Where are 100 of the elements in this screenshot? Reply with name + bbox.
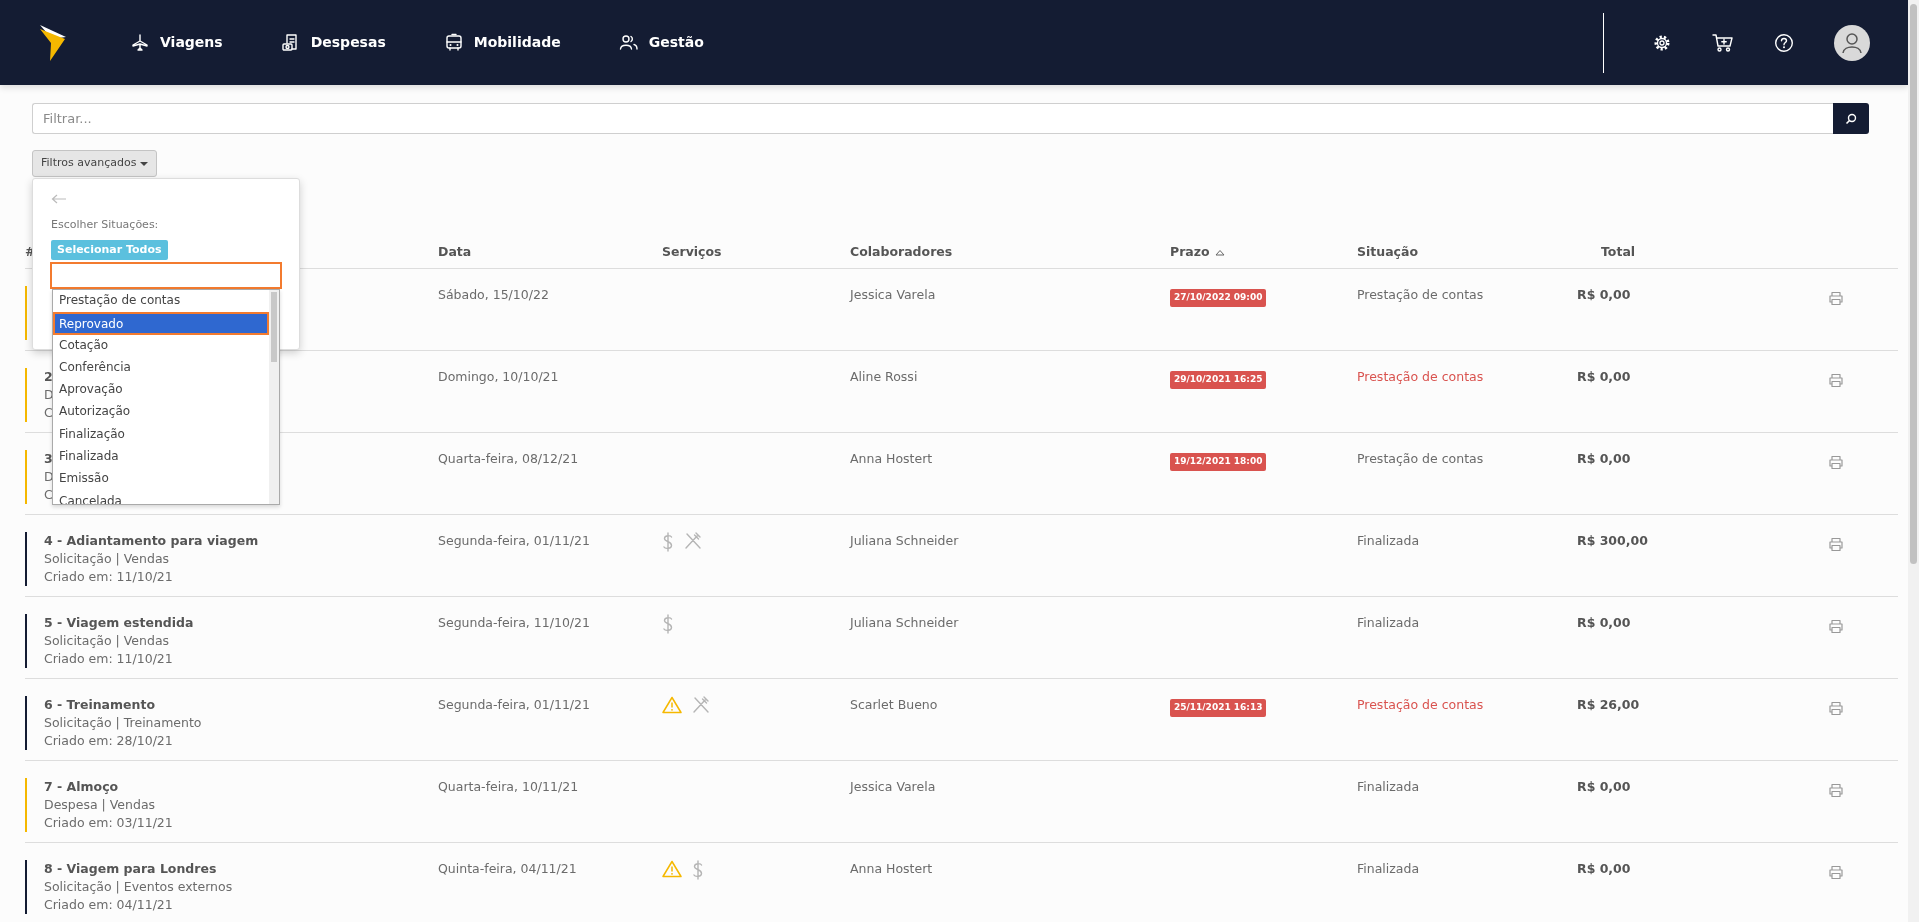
status-text: Prestação de contas	[1357, 287, 1484, 302]
row-subtitle: Solicitação | Eventos externos	[44, 878, 233, 896]
bus-icon	[443, 33, 464, 52]
created-date: C	[44, 404, 54, 422]
total-amount: R$ 0,00	[1577, 369, 1631, 384]
plane-icon	[130, 33, 150, 52]
column-header[interactable]: Data	[438, 244, 472, 259]
created-date: Criado em: 28/10/21	[44, 732, 174, 750]
printer-icon[interactable]	[1828, 291, 1844, 306]
status-option[interactable]: Cancelada	[53, 490, 269, 504]
printer-icon[interactable]	[1828, 455, 1844, 470]
person-icon	[1840, 30, 1864, 55]
logo-icon	[38, 22, 68, 63]
deadline-badge: 25/11/2021 16:13	[1170, 699, 1267, 717]
row-subtitle: Solicitação | Vendas	[44, 550, 171, 568]
created-date: Criado em: 11/10/21	[44, 650, 174, 668]
total-amount: R$ 300,00	[1577, 533, 1648, 548]
row-title[interactable]: 6 - Treinamento	[44, 696, 202, 714]
date-text: Quinta-feira, 04/11/21	[438, 861, 577, 876]
status-option[interactable]: Finalizada	[53, 446, 269, 469]
date-text: Domingo, 10/10/21	[438, 369, 559, 384]
printer-icon[interactable]	[1828, 373, 1844, 388]
collaborator-name: Juliana Schneider	[850, 533, 959, 548]
dollar-icon	[662, 532, 674, 552]
column-header[interactable]: Serviços	[662, 244, 722, 259]
status-option[interactable]: Conferência	[53, 356, 269, 380]
status-text: Prestação de contas	[1357, 369, 1484, 384]
list-scrollbar[interactable]	[269, 290, 279, 504]
created-date: Criado em: 03/11/21	[44, 814, 173, 832]
collaborator-name: Jessica Varela	[850, 779, 936, 794]
people-icon	[618, 33, 639, 52]
collaborator-name: Scarlet Bueno	[850, 697, 938, 712]
collaborator-name: Jessica Varela	[850, 287, 936, 302]
dollar-icon	[692, 860, 704, 880]
collaborator-name: Juliana Schneider	[850, 615, 959, 630]
user-avatar[interactable]	[1834, 24, 1870, 61]
total-amount: R$ 0,00	[1577, 451, 1631, 466]
row-title[interactable]: 8 - Viagem para Londres	[44, 860, 233, 878]
printer-icon[interactable]	[1828, 783, 1844, 798]
column-header[interactable]: Prazo	[1170, 243, 1210, 262]
help-icon[interactable]	[1774, 32, 1794, 53]
row-title[interactable]: 5 - Viagem estendida	[44, 614, 194, 632]
advanced-filters-button[interactable]: Filtros avançados	[32, 150, 158, 177]
row-subtitle: Despesa | Vendas	[44, 796, 157, 814]
printer-icon[interactable]	[1828, 619, 1844, 634]
sort-icon[interactable]	[1214, 248, 1225, 256]
status-text: Prestação de contas	[1357, 697, 1484, 712]
date-text: Quarta-feira, 08/12/21	[438, 451, 579, 466]
status-text: Finalizada	[1357, 533, 1420, 548]
row-title[interactable]: 2	[44, 368, 54, 386]
status-text: Prestação de contas	[1357, 451, 1484, 466]
nav-link[interactable]: Mobilidade	[443, 32, 561, 53]
nav-link[interactable]: Gestão	[618, 32, 704, 53]
total-amount: R$ 0,00	[1577, 861, 1631, 876]
search-button[interactable]	[1833, 103, 1869, 134]
column-header[interactable]: Total	[1601, 244, 1636, 259]
total-amount: R$ 0,00	[1577, 287, 1631, 302]
row-title[interactable]: 4 - Adiantamento para viagem	[44, 532, 259, 550]
cart-icon[interactable]	[1712, 32, 1734, 53]
nav-link[interactable]: Despesas	[280, 32, 386, 53]
search-icon	[1845, 112, 1857, 125]
date-text: Quarta-feira, 10/11/21	[438, 779, 579, 794]
caret-icon	[140, 161, 149, 166]
printer-icon[interactable]	[1828, 865, 1844, 880]
cutlery-icon	[692, 696, 710, 714]
printer-icon[interactable]	[1828, 537, 1844, 552]
total-amount: R$ 0,00	[1577, 779, 1631, 794]
status-option[interactable]: Cotação	[53, 334, 269, 357]
warning-icon	[662, 860, 682, 878]
created-date: C	[44, 486, 54, 504]
status-text: Finalizada	[1357, 615, 1420, 630]
status-option[interactable]: Autorização	[53, 401, 269, 424]
deadline-badge: 19/12/2021 18:00	[1170, 453, 1267, 471]
status-option[interactable]: Aprovação	[53, 379, 269, 402]
collaborator-name: Aline Rossi	[850, 369, 918, 384]
deadline-badge: 29/10/2021 16:25	[1170, 371, 1267, 389]
column-header[interactable]: Situação	[1357, 244, 1419, 259]
status-search-field[interactable]	[50, 262, 282, 289]
nav-link[interactable]: Viagens	[130, 32, 223, 53]
total-amount: R$ 0,00	[1577, 615, 1631, 630]
status-option[interactable]: Reprovado	[53, 312, 269, 335]
total-amount: R$ 26,00	[1577, 697, 1640, 712]
row-title[interactable]: 3	[44, 450, 54, 468]
row-title[interactable]: 7 - Almoço	[44, 778, 173, 796]
back-arrow-icon[interactable]	[51, 193, 67, 204]
filter-field[interactable]: Filtrar...	[32, 103, 1833, 134]
printer-icon[interactable]	[1828, 701, 1844, 716]
date-text: Segunda-feira, 01/11/21	[438, 697, 590, 712]
created-date: Criado em: 04/11/21	[44, 896, 174, 914]
column-header[interactable]: Colaboradores	[850, 244, 953, 259]
date-text: Sábado, 15/10/22	[438, 287, 549, 302]
created-date: Criado em: 11/10/21	[44, 568, 174, 586]
status-option[interactable]: Prestação de contas	[53, 290, 269, 313]
status-text: Finalizada	[1357, 861, 1420, 876]
scrollbar[interactable]	[1908, 0, 1919, 922]
date-text: Segunda-feira, 11/10/21	[438, 615, 590, 630]
status-option[interactable]: Emissão	[53, 468, 269, 491]
row-subtitle: Solicitação | Vendas	[44, 632, 171, 650]
collaborator-name: Anna Hostert	[850, 861, 933, 876]
status-option[interactable]: Finalização	[53, 423, 269, 447]
